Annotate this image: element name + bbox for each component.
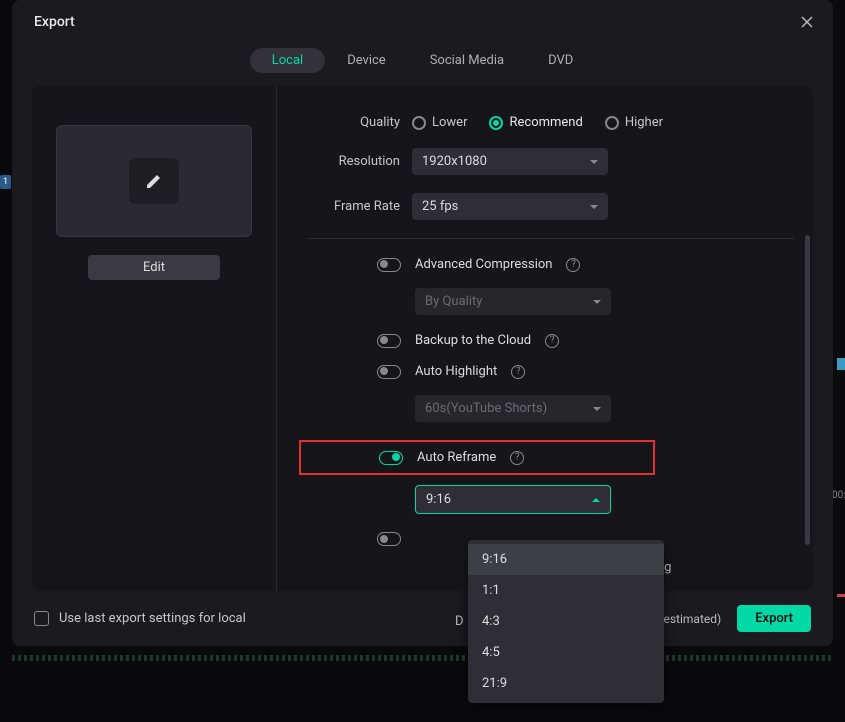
obscured-duration-prefix: D [455,614,464,629]
quality-label: Quality [307,115,412,130]
auto-highlight-toggle[interactable] [377,365,401,379]
timeline-tick: 1 [0,175,11,189]
edit-button[interactable]: Edit [88,255,220,280]
close-icon[interactable] [799,14,815,30]
export-tabs: Local Device Social Media DVD [12,40,833,85]
auto-highlight-label: Auto Highlight [415,364,497,379]
quality-higher-radio[interactable]: Higher [605,115,663,130]
ratio-option-9-16[interactable]: 9:16 [468,544,664,575]
tab-social-media[interactable]: Social Media [408,48,526,73]
scrollbar[interactable] [805,235,810,545]
chevron-down-icon [593,300,601,304]
auto-reframe-ratio-dropdown: 9:16 1:1 4:3 4:5 21:9 [468,540,664,703]
chevron-down-icon [590,160,598,164]
help-icon[interactable]: ? [566,258,580,272]
tab-local[interactable]: Local [250,48,325,73]
quality-lower-radio[interactable]: Lower [412,115,467,130]
tab-dvd[interactable]: DVD [526,48,595,73]
use-last-settings-checkbox[interactable] [34,611,49,626]
export-dialog: Export Local Device Social Media DVD Edi… [12,0,833,646]
estimate-label: (estimated) [659,612,721,626]
auto-reframe-highlight: Auto Reframe ? [299,440,655,475]
chevron-down-icon [590,205,598,209]
export-button[interactable]: Export [737,605,811,632]
ratio-option-4-3[interactable]: 4:3 [468,606,664,637]
auto-reframe-label: Auto Reframe [417,450,496,465]
help-icon[interactable]: ? [511,365,525,379]
quality-recommend-radio[interactable]: Recommend [489,115,582,130]
backup-cloud-label: Backup to the Cloud [415,333,531,348]
hidden-toggle[interactable] [377,532,401,546]
chevron-down-icon [593,407,601,411]
auto-highlight-preset-select: 60s(YouTube Shorts) [415,395,611,422]
tab-device[interactable]: Device [325,48,408,73]
auto-reframe-ratio-select[interactable]: 9:16 [415,485,611,514]
edit-icon [129,158,179,204]
auto-reframe-toggle[interactable] [379,451,403,465]
help-icon[interactable]: ? [545,334,559,348]
preview-thumbnail [56,125,252,237]
frame-rate-select[interactable]: 25 fps [412,193,608,220]
advanced-compression-label: Advanced Compression [415,257,552,272]
frame-rate-label: Frame Rate [307,199,412,214]
advanced-compression-toggle[interactable] [377,258,401,272]
dialog-title: Export [34,14,75,30]
backup-cloud-toggle[interactable] [377,334,401,348]
timeline-time-hint: 00:s [832,490,845,501]
ratio-option-1-1[interactable]: 1:1 [468,575,664,606]
use-last-settings-label: Use last export settings for local [59,611,246,626]
resolution-select[interactable]: 1920x1080 [412,148,608,175]
chevron-up-icon [592,498,600,502]
ratio-option-21-9[interactable]: 21:9 [468,668,664,699]
resolution-label: Resolution [307,154,412,169]
ratio-option-4-5[interactable]: 4:5 [468,637,664,668]
help-icon[interactable]: ? [510,451,524,465]
compression-mode-select: By Quality [415,288,611,315]
